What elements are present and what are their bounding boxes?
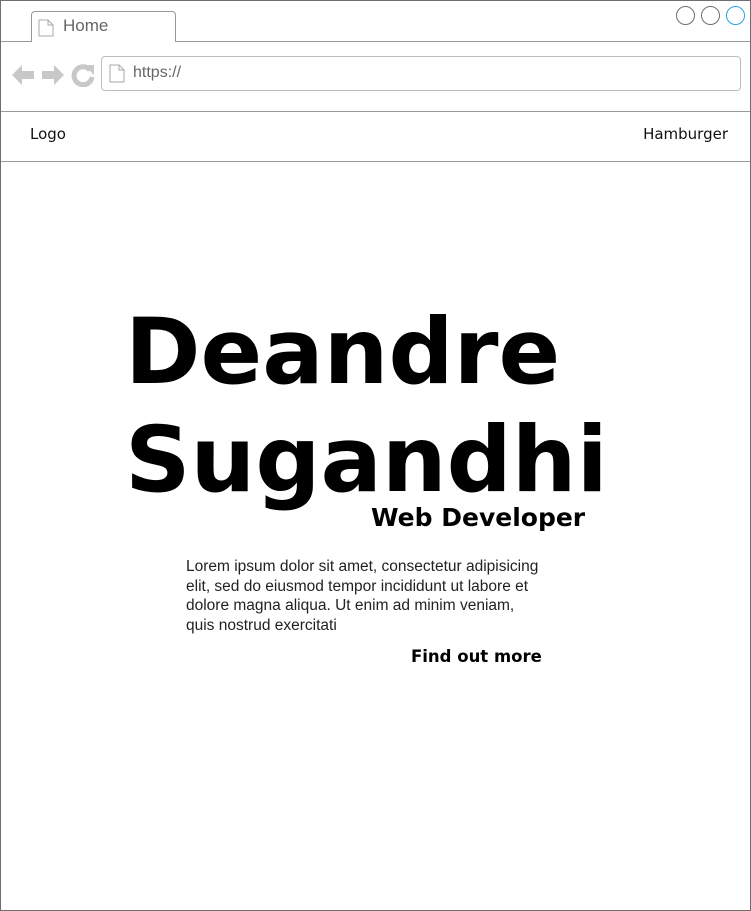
site-logo[interactable]: Logo bbox=[30, 125, 66, 143]
site-nav-divider bbox=[1, 161, 750, 162]
tab-label: Home bbox=[63, 16, 109, 35]
browser-tab-home[interactable]: Home bbox=[31, 11, 176, 42]
find-out-more-link[interactable]: Find out more bbox=[411, 647, 542, 666]
maximize-button[interactable] bbox=[701, 6, 720, 25]
back-arrow-icon[interactable] bbox=[11, 63, 35, 87]
browser-window: Home https:// Logo Hamburger Deandre Sug… bbox=[0, 0, 751, 911]
hero-name: Deandre Sugandhi bbox=[125, 299, 608, 515]
hero-role: Web Developer bbox=[371, 503, 586, 532]
page-icon bbox=[38, 19, 54, 37]
url-text[interactable]: https:// bbox=[133, 64, 181, 82]
page-icon bbox=[109, 64, 125, 83]
hero-description: Lorem ipsum dolor sit amet, consectetur … bbox=[186, 558, 539, 634]
minimize-button[interactable] bbox=[676, 6, 695, 25]
hero-name-line1: Deandre bbox=[125, 300, 561, 405]
forward-arrow-icon[interactable] bbox=[41, 63, 65, 87]
reload-icon[interactable] bbox=[71, 63, 95, 87]
toolbar-divider bbox=[1, 111, 750, 112]
hero-name-line2: Sugandhi bbox=[125, 408, 608, 513]
close-button[interactable] bbox=[726, 6, 745, 25]
address-bar[interactable]: https:// bbox=[101, 56, 741, 91]
hamburger-menu[interactable]: Hamburger bbox=[643, 125, 728, 143]
